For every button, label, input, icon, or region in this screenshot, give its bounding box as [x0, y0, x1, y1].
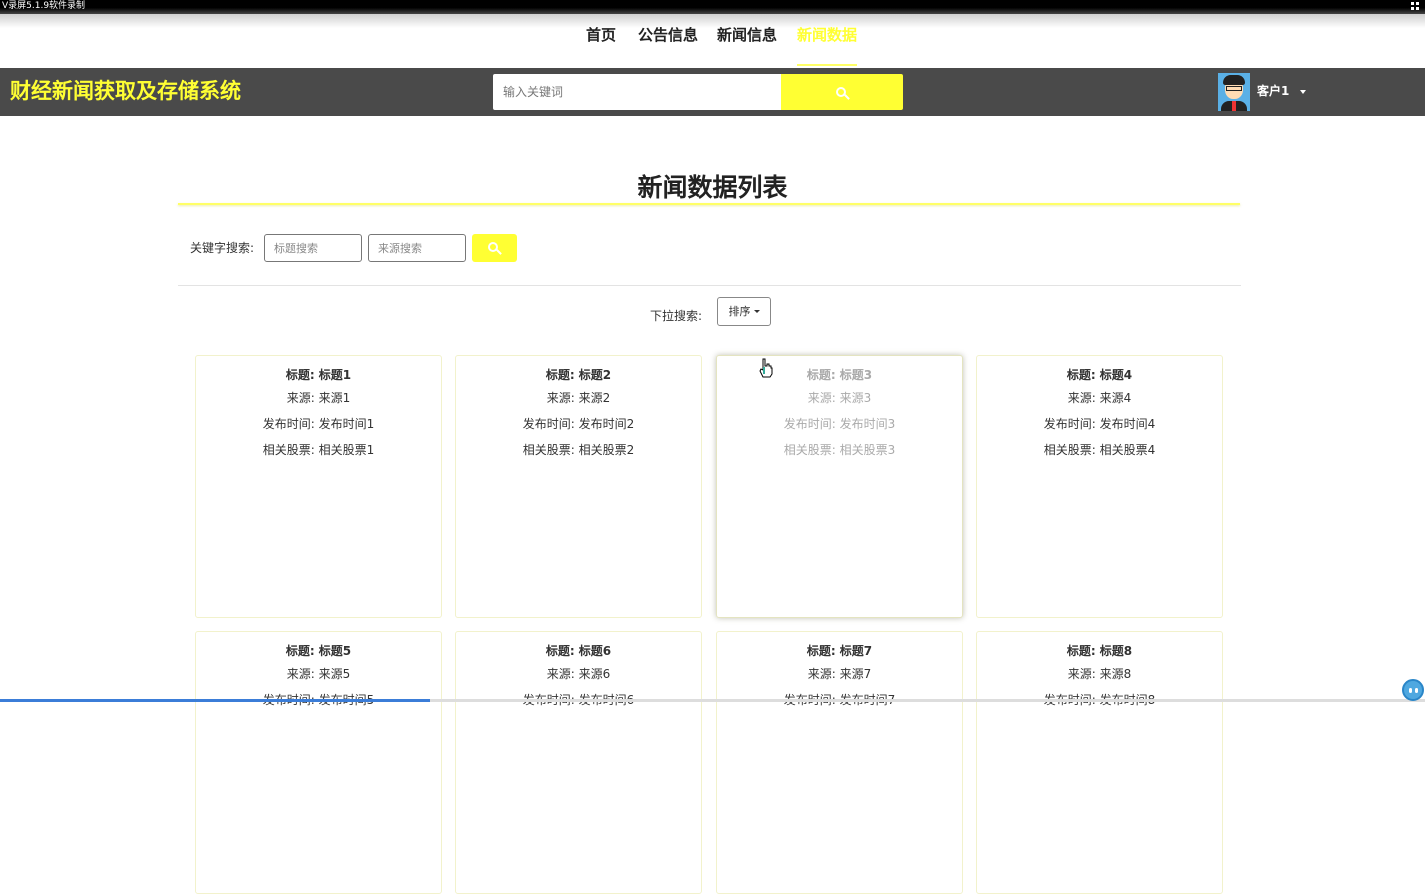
card-related-stock: 相关股票: 相关股票4	[1043, 443, 1156, 457]
title-search-input[interactable]	[264, 234, 362, 262]
news-card[interactable]: 标题: 标题5 来源: 来源5 发布时间: 发布时间5	[195, 631, 442, 894]
recorder-title: V录屏5.1.9软件录制	[2, 1, 86, 11]
card-related-stock: 相关股票: 相关股票1	[262, 443, 375, 457]
title-underline	[178, 203, 1240, 205]
card-publish-time: 发布时间: 发布时间2	[522, 417, 635, 431]
recorder-bar: V录屏5.1.9软件录制	[0, 0, 1425, 14]
search-icon	[488, 242, 498, 252]
news-card[interactable]: 标题: 标题8 来源: 来源8 发布时间: 发布时间8	[976, 631, 1223, 894]
global-search-input[interactable]	[493, 74, 781, 110]
nav-announcements[interactable]: 公告信息	[638, 26, 698, 64]
user-name[interactable]: 客户1	[1257, 84, 1289, 98]
news-card[interactable]: 标题: 标题6 来源: 来源6 发布时间: 发布时间6	[455, 631, 702, 894]
caret-down-icon	[753, 310, 760, 313]
nav-news-data[interactable]: 新闻数据	[797, 26, 858, 66]
nav-home[interactable]: 首页	[586, 26, 616, 64]
nav-news-info[interactable]: 新闻信息	[717, 26, 777, 64]
sort-dropdown-label: 排序	[728, 304, 751, 318]
card-source: 来源: 来源6	[546, 667, 611, 681]
recorder-grid-icon[interactable]	[1411, 2, 1421, 12]
avatar[interactable]	[1218, 73, 1250, 111]
card-source: 来源: 来源4	[1067, 391, 1132, 405]
keyword-search-label: 关键字搜索:	[190, 241, 255, 255]
card-related-stock: 相关股票: 相关股票3	[783, 443, 896, 457]
news-card[interactable]: 标题: 标题3 来源: 来源3 发布时间: 发布时间3 相关股票: 相关股票3	[716, 355, 963, 618]
card-title: 标题: 标题7	[806, 644, 873, 658]
card-source: 来源: 来源8	[1067, 667, 1132, 681]
card-title: 标题: 标题4	[1066, 368, 1133, 382]
top-nav: 首页 公告信息 新闻信息 新闻数据	[0, 18, 1425, 68]
site-title: 财经新闻获取及存储系统	[10, 79, 241, 103]
card-title: 标题: 标题1	[285, 368, 352, 382]
global-search-button[interactable]	[781, 74, 903, 110]
card-source: 来源: 来源3	[807, 391, 872, 405]
card-title: 标题: 标题5	[285, 644, 352, 658]
card-title: 标题: 标题3	[806, 368, 873, 382]
card-source: 来源: 来源1	[286, 391, 351, 405]
card-publish-time: 发布时间: 发布时间4	[1043, 417, 1156, 431]
card-source: 来源: 来源5	[286, 667, 351, 681]
search-icon	[836, 87, 846, 97]
site-header: 财经新闻获取及存储系统 客户1	[0, 68, 1425, 116]
hand-cursor-icon	[759, 358, 773, 378]
card-source: 来源: 来源2	[546, 391, 611, 405]
keyword-search-button[interactable]	[472, 234, 517, 262]
dropdown-search-label: 下拉搜索:	[650, 309, 703, 323]
card-title: 标题: 标题6	[545, 644, 612, 658]
source-search-input[interactable]	[368, 234, 466, 262]
chat-icon[interactable]	[1402, 679, 1424, 701]
page-title: 新闻数据列表	[637, 173, 788, 202]
divider	[178, 285, 1241, 286]
chevron-down-icon[interactable]	[1300, 90, 1306, 94]
card-publish-time: 发布时间: 发布时间3	[783, 417, 896, 431]
news-card[interactable]: 标题: 标题4 来源: 来源4 发布时间: 发布时间4 相关股票: 相关股票4	[976, 355, 1223, 618]
news-card[interactable]: 标题: 标题1 来源: 来源1 发布时间: 发布时间1 相关股票: 相关股票1	[195, 355, 442, 618]
card-related-stock: 相关股票: 相关股票2	[522, 443, 635, 457]
news-card[interactable]: 标题: 标题7 来源: 来源7 发布时间: 发布时间7	[716, 631, 963, 894]
card-title: 标题: 标题8	[1066, 644, 1133, 658]
card-source: 来源: 来源7	[807, 667, 872, 681]
card-publish-time: 发布时间: 发布时间1	[262, 417, 375, 431]
card-title: 标题: 标题2	[545, 368, 612, 382]
sort-dropdown[interactable]: 排序	[717, 297, 771, 326]
news-card[interactable]: 标题: 标题2 来源: 来源2 发布时间: 发布时间2 相关股票: 相关股票2	[455, 355, 702, 618]
